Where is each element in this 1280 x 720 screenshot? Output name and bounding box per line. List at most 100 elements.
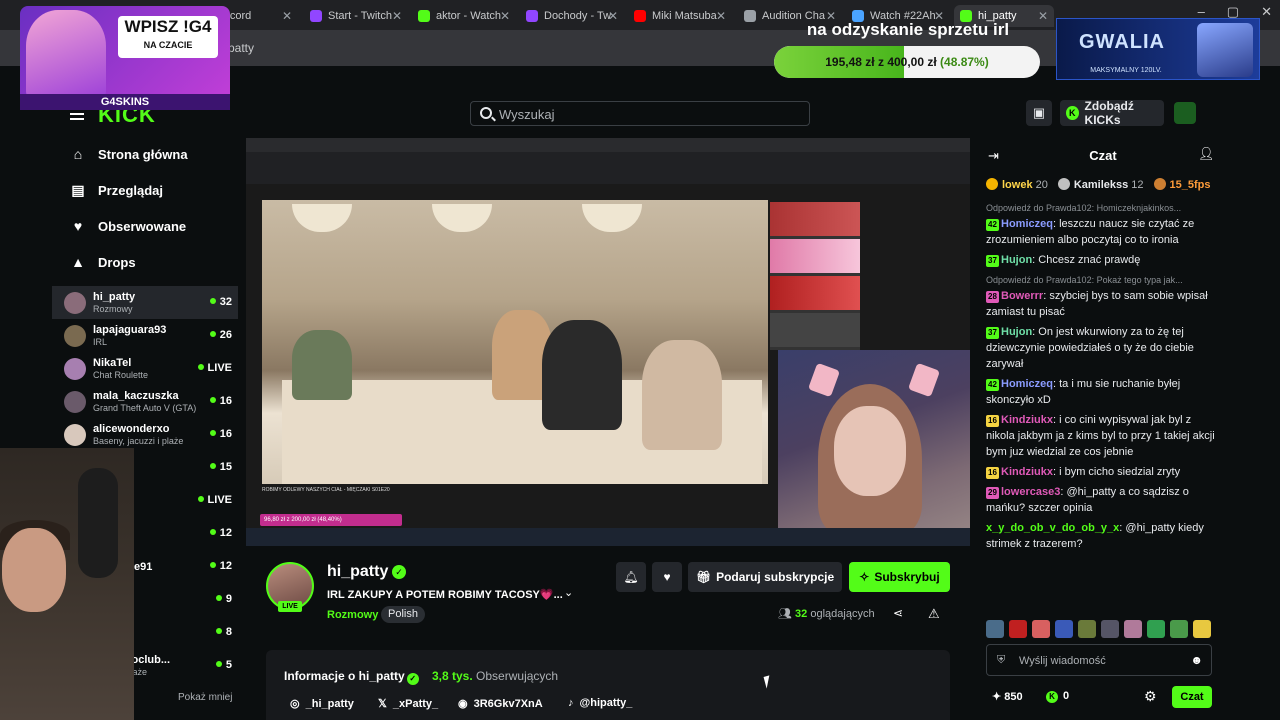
tiktok-icon: ♪ [568, 697, 574, 709]
settings-gear-icon[interactable]: ⚙ [1144, 688, 1157, 705]
chat-username[interactable]: Kindziukx [1001, 466, 1053, 478]
close-tab-icon[interactable]: ✕ [716, 9, 726, 23]
browser-tab[interactable]: Start - Twitch ✕ [304, 5, 408, 27]
followed-channel[interactable]: hi_patty Rozmowy 32 [52, 286, 238, 319]
about-title: Informacje o hi_patty ✓ [284, 669, 419, 685]
chat-users-icon[interactable]: 👤︎ [1198, 146, 1215, 162]
social-link[interactable]: ◉ 3R6Gkv7XnA [458, 697, 543, 710]
search-input[interactable] [499, 105, 799, 123]
sidebar-item-drops[interactable]: ▲ Drops [52, 244, 238, 280]
emote-icon[interactable] [1124, 620, 1142, 638]
chat-username[interactable]: Homiczeq [1001, 378, 1053, 390]
emote-icon[interactable] [1009, 620, 1027, 638]
emoji-picker-icon[interactable]: ☻ [1190, 653, 1203, 667]
layout-icon[interactable]: ▣ [1026, 100, 1052, 126]
about-panel: Informacje o hi_patty ✓ 3,8 tys. Obserwuj… [266, 650, 950, 720]
social-link[interactable]: ◎ _hi_patty [290, 697, 354, 710]
close-tab-icon[interactable]: ✕ [608, 9, 618, 23]
browser-tab[interactable]: Miki Matsuba ✕ [628, 5, 732, 27]
share-icon[interactable]: ⋖ [893, 606, 903, 620]
sidebar-item-label: Przeglądaj [98, 182, 164, 198]
browser-tab[interactable]: Dochody - Tw ✕ [520, 5, 624, 27]
emote-icon[interactable] [1032, 620, 1050, 638]
followed-channel[interactable]: mala_kaczuszka Grand Theft Auto V (GTA) 16 [52, 385, 238, 418]
medal-icon [986, 178, 998, 190]
viewer-count-text: LIVE [207, 362, 232, 374]
kicks-balance[interactable]: K0 [1046, 690, 1069, 703]
viewer-count-text: 12 [219, 527, 232, 539]
chat-message: 16 Kindziukx: i bym cicho siedzial zryty [986, 464, 1216, 480]
emote-icon[interactable] [1055, 620, 1073, 638]
social-link[interactable]: ♪ @hipatty_ [568, 697, 632, 709]
follow-heart-icon[interactable]: ♥ [652, 562, 682, 592]
chat-username[interactable]: x_y_do_ob_v_do_ob_y_x [986, 522, 1119, 534]
points-icon: ✦ [992, 691, 1002, 703]
gift-subscription-button[interactable]: 🎁︎ Podaruj subskrypcje [688, 562, 842, 592]
sidebar-item-heart[interactable]: ♥ Obserwowane [52, 208, 238, 244]
browser-tab[interactable]: aktor - Watch ✕ [412, 5, 516, 27]
channel-viewers: 15 [209, 461, 232, 473]
channel-points[interactable]: ✦ 850 [992, 690, 1023, 703]
chat-username[interactable]: lowercase3 [1001, 486, 1060, 498]
chat-message: Odpowiedź do Prawda102: Pokaż tego typa … [986, 272, 1216, 320]
close-tab-icon[interactable]: ✕ [282, 9, 292, 23]
channel-category: Chat Roulette [93, 369, 149, 380]
sidebar-item-home[interactable]: ⌂ Strona główna [52, 136, 238, 172]
close-tab-icon[interactable]: ✕ [392, 9, 402, 23]
tab-favicon-icon [418, 10, 430, 22]
close-tab-icon[interactable]: ✕ [500, 9, 510, 23]
subscribe-button[interactable]: ✧ Subskrybuj [849, 562, 950, 592]
leaderboard-entry[interactable]: lowek 20 [986, 178, 1048, 196]
channel-name[interactable]: hi_patty [327, 563, 388, 581]
channel-avatar [64, 390, 86, 413]
chat-send-button[interactable]: Czat [1172, 686, 1212, 708]
chat-username[interactable]: Kindziukx [1001, 414, 1053, 426]
channel-meta: alicewonderxo Baseny, jacuzzi i plaże [93, 423, 183, 447]
followed-channel[interactable]: NikaTel Chat Roulette LIVE [52, 352, 238, 385]
menu-icon[interactable] [70, 108, 84, 123]
gwalia-logo: GWALIA [1079, 31, 1165, 53]
live-dot-icon [209, 430, 216, 436]
emote-icon[interactable] [986, 620, 1004, 638]
video-player[interactable]: ROBIMY ODLEWY NASZYCH CIAŁ - MIĘCZAKI S0… [246, 138, 970, 546]
promo-text: WPISZ !G4 NA CZACIE [118, 16, 218, 58]
leader-count: 12 [1131, 179, 1144, 191]
get-kicks-button[interactable]: K Zdobądź KICKs [1060, 99, 1164, 127]
emote-icon[interactable] [1078, 620, 1096, 638]
chat-username[interactable]: Hujon [1001, 326, 1032, 338]
followed-channel[interactable]: lapajaguara93 IRL 26 [52, 319, 238, 352]
emote-icon[interactable] [1101, 620, 1119, 638]
search-box[interactable] [470, 101, 810, 126]
user-avatar[interactable] [1174, 102, 1196, 124]
leaderboard-entry[interactable]: Kamilekss 12 [1057, 178, 1144, 196]
report-icon[interactable]: ⚠ [928, 606, 940, 622]
close-window-icon[interactable]: ✕ [1261, 4, 1272, 20]
followed-channel[interactable]: alicewonderxo Baseny, jacuzzi i plaże 16 [52, 418, 238, 451]
chat-input[interactable] [1019, 652, 1179, 670]
chevron-down-icon[interactable]: ⌄ [564, 586, 573, 599]
social-link[interactable]: 𝕏 _xPatty_ [378, 697, 438, 710]
channel-name: hi_patty [93, 290, 136, 303]
sidebar-item-browse[interactable]: ▤ Przeglądaj [52, 172, 238, 208]
chat-username[interactable]: Homiczeq [1001, 218, 1053, 230]
language-tag[interactable]: Polish [381, 606, 425, 623]
viewer-number: 32 [795, 608, 808, 620]
chat-username[interactable]: Bowerrr [1001, 290, 1043, 302]
tab-favicon-icon [634, 10, 646, 22]
tab-favicon-icon [744, 10, 756, 22]
channel-name: alicewonderxo [93, 422, 170, 435]
goal-progress-bar: 195,48 zł z 400,00 zł (48.87%) [774, 46, 1040, 78]
stream-taskbar [246, 528, 970, 546]
category-link[interactable]: Rozmowy [327, 609, 378, 621]
about-title-text: Informacje o hi_patty [284, 669, 405, 683]
chat-input-box[interactable]: ⛨ ☻ [986, 644, 1212, 676]
show-less-link[interactable]: Pokaż mniej [178, 692, 232, 703]
leaderboard-entry[interactable]: 15_5fps [1153, 178, 1214, 196]
home-icon: ⌂ [73, 146, 83, 162]
emote-icon[interactable] [1170, 620, 1188, 638]
chat-username[interactable]: Hujon [1001, 254, 1032, 266]
notification-bell-icon[interactable]: 🔔︎ [616, 562, 646, 592]
tab-favicon-icon [526, 10, 538, 22]
emote-icon[interactable] [1193, 620, 1211, 638]
emote-icon[interactable] [1147, 620, 1165, 638]
